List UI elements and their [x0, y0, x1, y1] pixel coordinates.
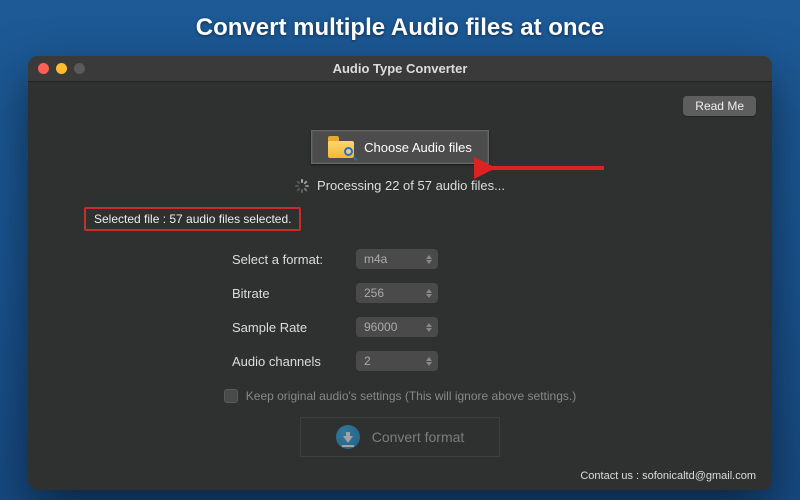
traffic-lights: [38, 63, 85, 74]
channels-select[interactable]: 2: [356, 351, 438, 371]
samplerate-row: Sample Rate 96000: [232, 317, 772, 337]
selected-file-label: Selected file : 57 audio files selected.: [84, 207, 301, 231]
readme-button[interactable]: Read Me: [683, 96, 756, 116]
window-title: Audio Type Converter: [28, 61, 772, 76]
choose-files-label: Choose Audio files: [364, 140, 472, 155]
choose-files-button[interactable]: Choose Audio files: [311, 130, 489, 164]
channels-row: Audio channels 2: [232, 351, 772, 371]
spinner-icon: [295, 179, 309, 193]
zoom-icon[interactable]: [74, 63, 85, 74]
processing-text: Processing 22 of 57 audio files...: [317, 178, 505, 193]
banner-title: Convert multiple Audio files at once: [0, 0, 800, 50]
samplerate-value: 96000: [364, 320, 397, 334]
channels-label: Audio channels: [232, 354, 342, 369]
channels-value: 2: [364, 354, 371, 368]
download-icon: [336, 425, 360, 449]
options-panel: Select a format: m4a Bitrate 256 Sample …: [28, 249, 772, 371]
format-value: m4a: [364, 252, 387, 266]
format-select[interactable]: m4a: [356, 249, 438, 269]
format-row: Select a format: m4a: [232, 249, 772, 269]
format-label: Select a format:: [232, 252, 342, 267]
bitrate-value: 256: [364, 286, 384, 300]
keep-settings-row[interactable]: Keep original audio's settings (This wil…: [28, 389, 772, 403]
contact-text: Contact us : sofonicaltd@gmail.com: [580, 470, 756, 482]
chevron-updown-icon: [426, 323, 432, 332]
chevron-updown-icon: [426, 255, 432, 264]
titlebar: Audio Type Converter: [28, 56, 772, 82]
convert-button[interactable]: Convert format: [300, 417, 500, 457]
folder-search-icon: [328, 136, 354, 158]
chevron-updown-icon: [426, 289, 432, 298]
app-window: Audio Type Converter Read Me Choose Audi…: [28, 56, 772, 490]
samplerate-label: Sample Rate: [232, 320, 342, 335]
chevron-updown-icon: [426, 357, 432, 366]
minimize-icon[interactable]: [56, 63, 67, 74]
samplerate-select[interactable]: 96000: [356, 317, 438, 337]
keep-settings-checkbox[interactable]: [224, 389, 238, 403]
bitrate-label: Bitrate: [232, 286, 342, 301]
bitrate-select[interactable]: 256: [356, 283, 438, 303]
close-icon[interactable]: [38, 63, 49, 74]
bitrate-row: Bitrate 256: [232, 283, 772, 303]
processing-row: Processing 22 of 57 audio files...: [28, 178, 772, 193]
convert-label: Convert format: [372, 429, 465, 445]
keep-settings-label: Keep original audio's settings (This wil…: [246, 389, 576, 403]
